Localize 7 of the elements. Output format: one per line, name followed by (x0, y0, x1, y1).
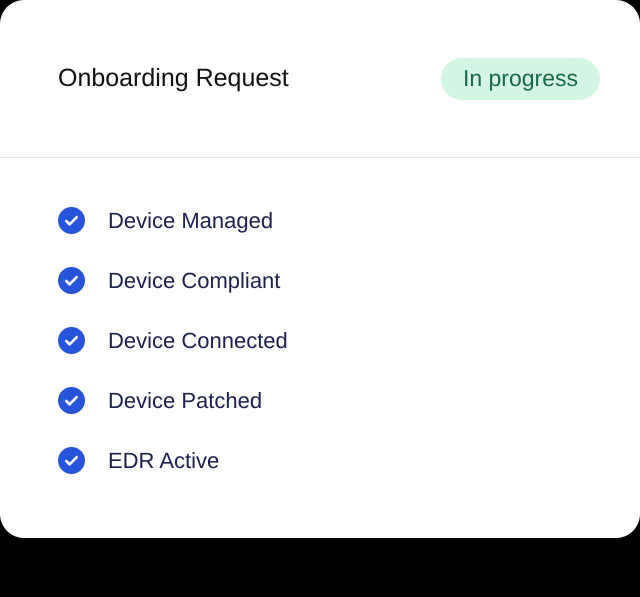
check-label: EDR Active (108, 446, 220, 474)
check-label: Device Managed (108, 206, 274, 235)
card-title: Onboarding Request (58, 62, 289, 94)
status-badge: In progress (440, 58, 600, 100)
check-label: Device Patched (108, 386, 262, 414)
check-label: Device Connected (108, 326, 288, 354)
check-label: Device Compliant (108, 266, 280, 295)
